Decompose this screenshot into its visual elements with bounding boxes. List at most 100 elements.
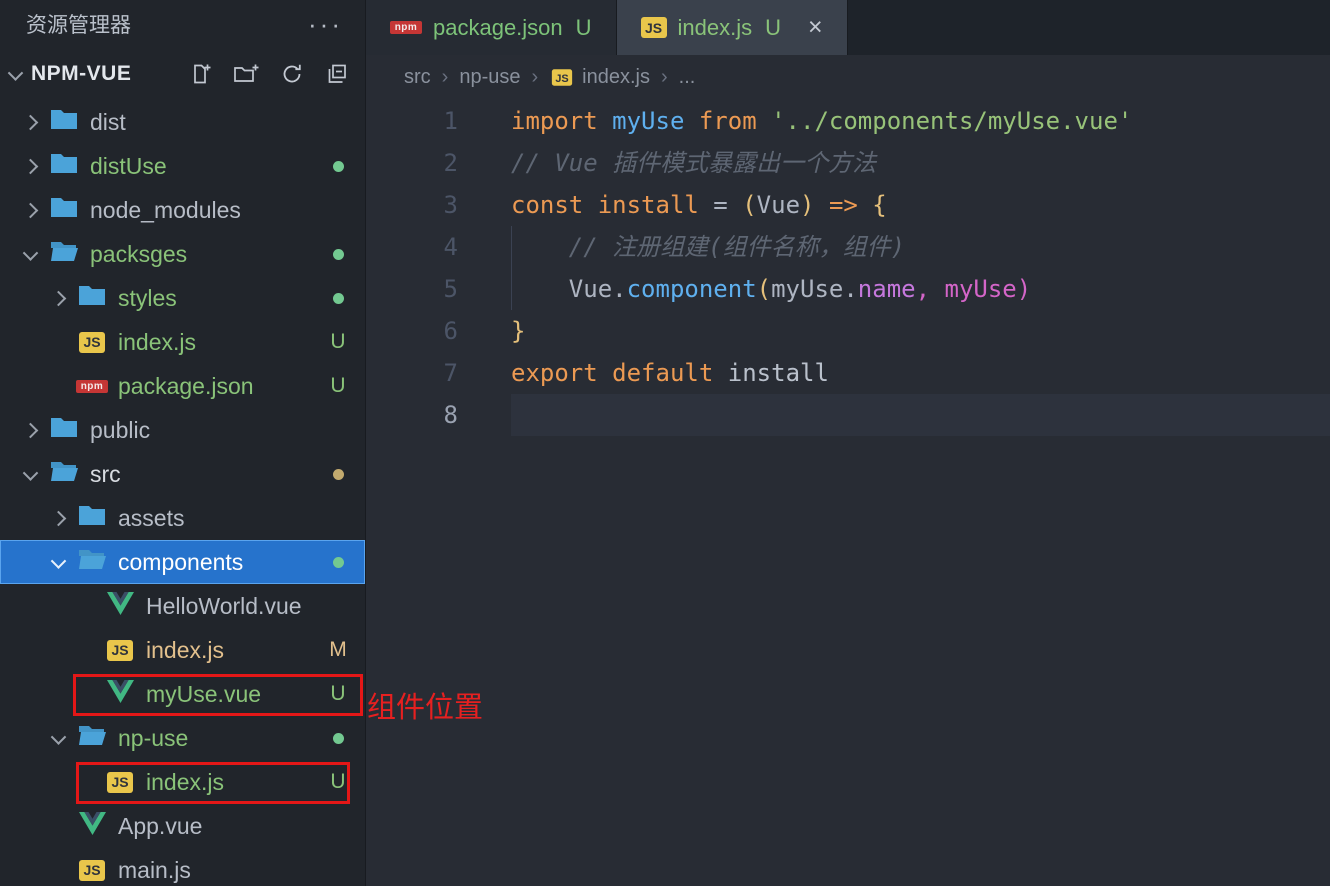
code-token: install (727, 359, 829, 387)
chevron-down-icon (7, 64, 24, 81)
file-icon-cell: JS (74, 859, 110, 881)
vscode-window: 资源管理器 ··· NPM-VUE dist distUse node_module… (0, 0, 1330, 886)
chevron-right-icon[interactable] (14, 158, 46, 174)
code-token: myUse. (771, 275, 858, 303)
tree-item-index.js[interactable]: JS index.js U (0, 320, 365, 364)
new-folder-icon[interactable] (233, 62, 259, 86)
tree-item-App.vue[interactable]: App.vue (0, 804, 365, 848)
code-line-text[interactable]: } (511, 310, 1330, 352)
tree-item-label: src (90, 460, 121, 487)
file-icon-cell (46, 152, 82, 180)
indent-guide (511, 268, 512, 310)
tree-item-index.js[interactable]: JS index.js M (0, 628, 365, 672)
explorer-title: 资源管理器 (26, 14, 131, 37)
tree-item-label: HelloWorld.vue (146, 592, 302, 619)
chevron-right-icon[interactable] (42, 510, 74, 526)
tree-item-packsges[interactable]: packsges (0, 232, 365, 276)
close-icon[interactable]: × (808, 15, 823, 40)
file-icon-cell (74, 504, 110, 532)
breadcrumb-separator-icon: › (660, 66, 668, 88)
tree-item-src[interactable]: src (0, 452, 365, 496)
code-line-7[interactable]: 7 export default install (366, 352, 1330, 394)
tree-item-styles[interactable]: styles (0, 276, 365, 320)
annotation-label: 组件位置 (367, 692, 484, 724)
chevron-down-icon[interactable] (14, 244, 46, 261)
breadcrumb-item-np-use[interactable]: np-use (459, 66, 520, 89)
chevron-right-icon[interactable] (14, 114, 46, 130)
breadcrumb-item-...[interactable]: ... (679, 66, 696, 89)
tree-item-main.js[interactable]: JS main.js (0, 848, 365, 886)
code-editor[interactable]: 1 import myUse from '../components/myUse.… (366, 100, 1330, 436)
chevron-down-icon[interactable] (42, 728, 74, 745)
chevron-down-icon[interactable] (42, 552, 74, 569)
tree-item-public[interactable]: public (0, 408, 365, 452)
code-line-text[interactable]: export default install (511, 352, 1330, 394)
editor-area: npm package.json U JS index.js U × src › np-use ›… (365, 0, 1330, 886)
tree-item-label: np-use (118, 724, 189, 751)
file-icon-cell (74, 284, 110, 312)
tree-item-assets[interactable]: assets (0, 496, 365, 540)
breadcrumb-item-src[interactable]: src (404, 66, 431, 89)
code-line-text[interactable] (511, 394, 1330, 436)
vue-icon (78, 811, 106, 841)
chevron-right-icon[interactable] (14, 202, 46, 218)
code-line-text[interactable]: // 注册组建(组件名称，组件) (511, 226, 1330, 268)
file-icon-cell: JS (102, 639, 138, 661)
tree-item-HelloWorld.vue[interactable]: HelloWorld.vue (0, 584, 365, 628)
folder-open-icon (50, 460, 78, 488)
section-header-npm-vue[interactable]: NPM-VUE (0, 48, 365, 100)
code-line-6[interactable]: 6} (366, 310, 1330, 352)
tab-package.json[interactable]: npm package.json U (366, 0, 617, 55)
more-actions-icon[interactable]: ··· (308, 11, 343, 37)
code-line-1[interactable]: 1 import myUse from '../components/myUse.… (366, 100, 1330, 142)
code-token: // 注册组建(组件名称，组件) (511, 233, 906, 261)
explorer-header: 资源管理器 ··· (0, 0, 365, 48)
breadcrumb-item-index.js[interactable]: JS index.js (549, 66, 650, 89)
code-line-4[interactable]: 4 // 注册组建(组件名称，组件) (366, 226, 1330, 268)
tab-index.js[interactable]: JS index.js U × (616, 0, 848, 55)
chevron-right-icon[interactable] (42, 290, 74, 306)
tree-item-distUse[interactable]: distUse (0, 144, 365, 188)
code-token: default (612, 359, 714, 387)
chevron-right-icon[interactable] (14, 422, 46, 438)
section-toolbar (188, 62, 349, 86)
code-line-text[interactable]: // Vue 插件模式暴露出一个方法 (511, 142, 1330, 184)
vue-icon (106, 591, 134, 621)
tab-label: package.json (433, 14, 563, 40)
code-line-text[interactable]: import myUse from '../components/myUse.v… (511, 100, 1330, 142)
tree-item-components[interactable]: components (0, 540, 365, 584)
tree-item-node-modules[interactable]: node_modules (0, 188, 365, 232)
chevron-down-icon[interactable] (14, 464, 46, 481)
breadcrumb-label: src (404, 66, 431, 88)
breadcrumb-label: np-use (459, 66, 521, 88)
folder-icon (78, 504, 106, 532)
new-file-icon[interactable] (188, 62, 212, 86)
code-line-8[interactable]: 8 (366, 394, 1330, 436)
code-line-2[interactable]: 2 // Vue 插件模式暴露出一个方法 (366, 142, 1330, 184)
tree-item-label: packsges (90, 240, 188, 267)
file-icon-cell (46, 240, 82, 268)
tree-item-dist[interactable]: dist (0, 100, 365, 144)
tree-item-package.json[interactable]: npm package.json U (0, 364, 365, 408)
tree-item-label: package.json (118, 372, 254, 399)
collapse-all-icon[interactable] (325, 62, 349, 86)
file-icon-cell: JS (74, 331, 110, 353)
code-line-5[interactable]: 5 Vue.component(myUse.name, myUse) (366, 268, 1330, 310)
tree-item-np-use[interactable]: np-use (0, 716, 365, 760)
code-line-text[interactable]: const install = (Vue) => { (511, 184, 1330, 226)
folder-icon (78, 284, 106, 312)
refresh-icon[interactable] (280, 62, 304, 86)
git-status-badge: U (330, 374, 346, 397)
js-icon: JS (552, 69, 573, 86)
tree-item-label: dist (90, 108, 126, 135)
code-line-3[interactable]: 3 const install = (Vue) => { (366, 184, 1330, 226)
line-number: 1 (443, 107, 458, 135)
js-icon: JS (79, 331, 105, 353)
line-number: 5 (443, 275, 458, 303)
code-token: = (698, 191, 743, 219)
code-line-text[interactable]: Vue.component(myUse.name, myUse) (511, 268, 1330, 310)
indent-guide (511, 226, 512, 268)
